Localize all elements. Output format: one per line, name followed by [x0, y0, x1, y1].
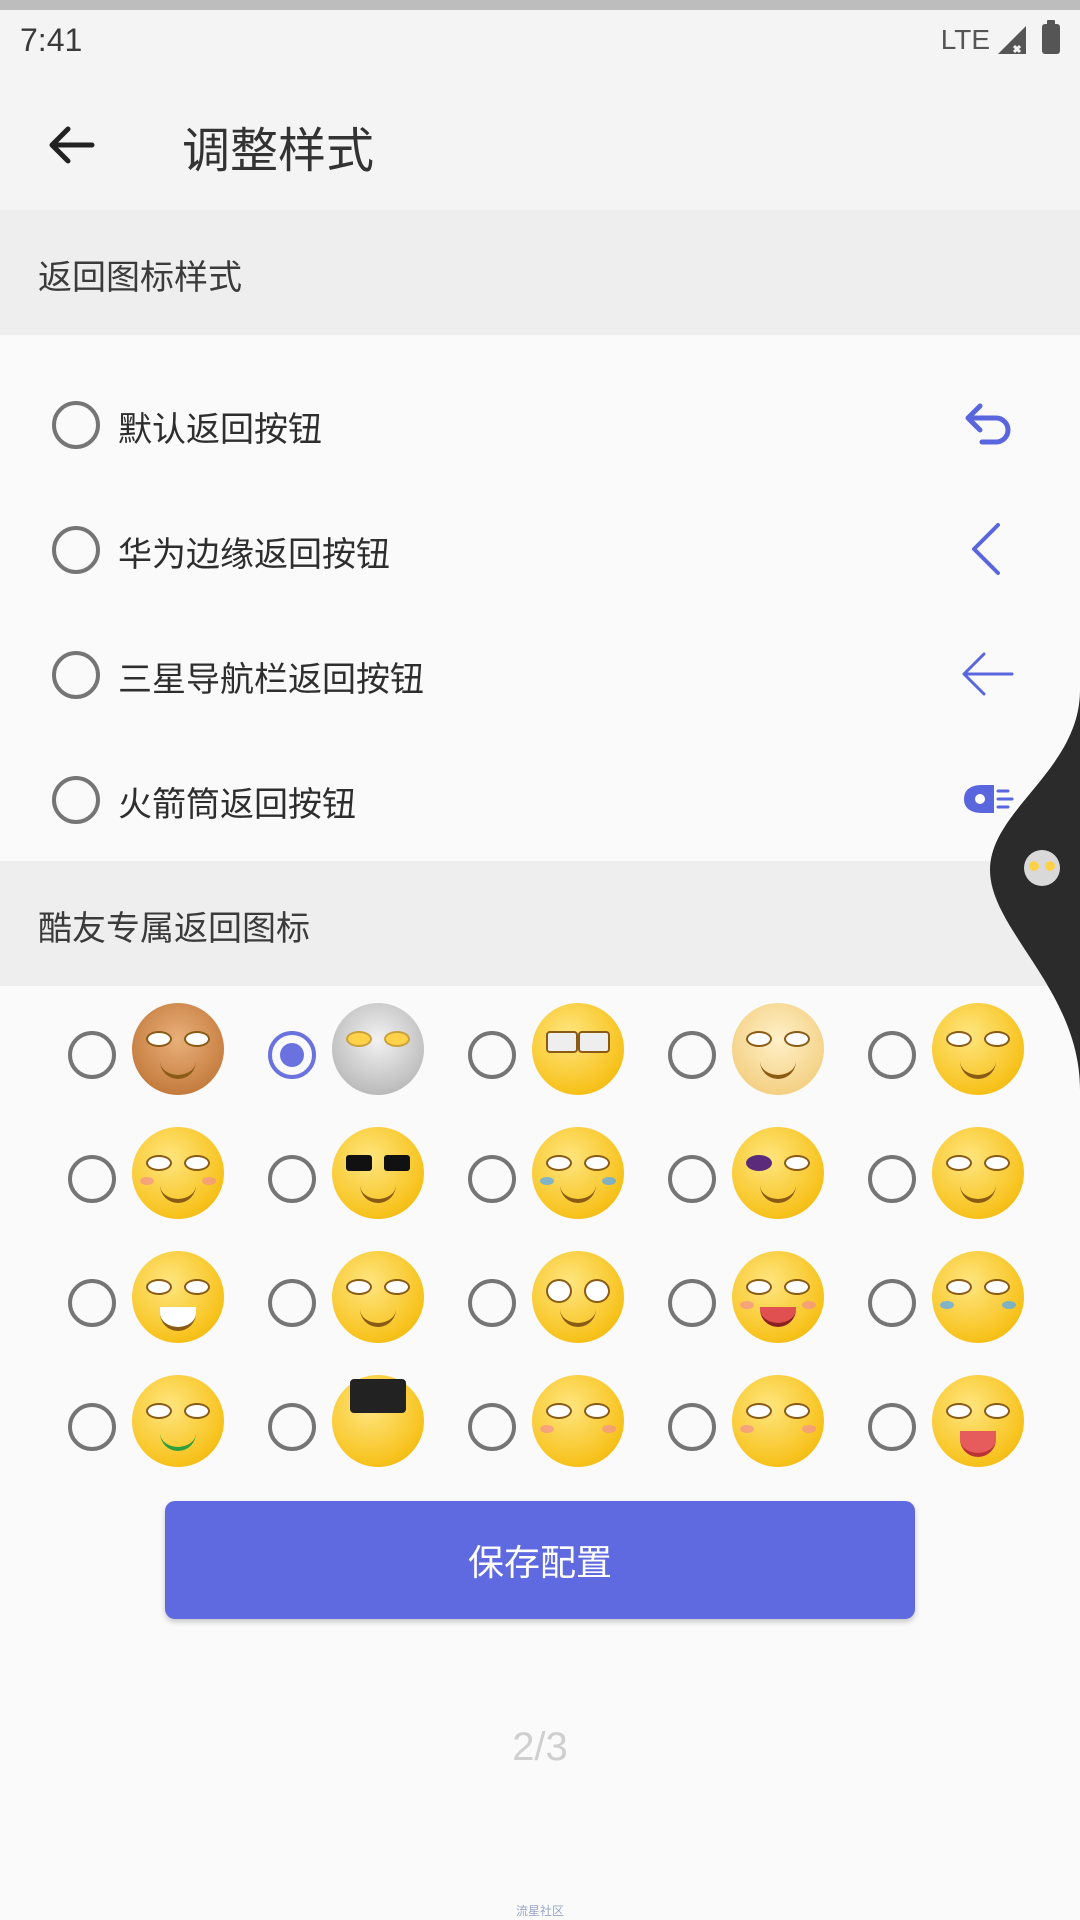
chevron-left-icon [972, 523, 1000, 575]
emoji-option[interactable] [800, 1243, 1024, 1367]
battery-icon [1042, 20, 1060, 54]
option-label: 默认返回按钮 [118, 410, 322, 450]
emoji-option[interactable] [800, 1367, 1024, 1491]
option-label: 华为边缘返回按钮 [118, 535, 390, 575]
radio-watermelon[interactable] [68, 1403, 116, 1451]
radio-default-back[interactable] [52, 401, 100, 449]
option-samsung-back[interactable]: 三星导航栏返回按钮 [0, 612, 1014, 737]
radio-10t-weight[interactable] [268, 1403, 316, 1451]
emoji-option[interactable] [800, 1119, 1024, 1243]
radio-smile[interactable] [68, 1155, 116, 1203]
emoji-option[interactable] [400, 995, 624, 1119]
status-time: 7:41 [20, 22, 83, 58]
radio-tongue[interactable] [668, 1279, 716, 1327]
radio-rocket-back[interactable] [52, 776, 100, 824]
radio-huawei-back[interactable] [52, 526, 100, 574]
emoji-option[interactable] [200, 1119, 424, 1243]
radio-blow-kiss[interactable] [668, 1403, 716, 1451]
section-title: 返回图标样式 [38, 258, 242, 298]
emoji-option[interactable] [600, 1119, 824, 1243]
emoji-option[interactable] [600, 1243, 824, 1367]
emoji-grid [0, 995, 1080, 1495]
radio-grin[interactable] [68, 1279, 116, 1327]
section-header-fan-icons: 酷友专属返回图标 [0, 861, 1080, 986]
ultraman-icon [1024, 850, 1060, 886]
option-rocket-back[interactable]: 火箭筒返回按钮 [0, 737, 1014, 862]
network-type: LTE [940, 24, 990, 55]
section-header-back-style: 返回图标样式 [0, 210, 1080, 335]
page-title: 调整样式 [182, 123, 375, 179]
emoji-option[interactable] [0, 1243, 224, 1367]
radio-whisper[interactable] [468, 1403, 516, 1451]
radio-crying[interactable] [868, 1279, 916, 1327]
emoji-option[interactable] [0, 1367, 224, 1491]
emoji-option[interactable] [400, 1243, 624, 1367]
signal-icon [998, 26, 1026, 54]
emoji-option[interactable] [0, 995, 224, 1119]
section-title: 酷友专属返回图标 [38, 909, 310, 949]
fan-face-icon [932, 1375, 1024, 1467]
emoji-option[interactable] [600, 1367, 824, 1491]
bandage-head-icon [932, 1127, 1024, 1219]
crying-icon [932, 1251, 1024, 1343]
radio-doge[interactable] [668, 1031, 716, 1079]
radio-bandage-head[interactable] [868, 1155, 916, 1203]
radio-cow-beer[interactable] [68, 1031, 116, 1079]
emoji-option[interactable] [200, 1367, 424, 1491]
back-arrow-icon[interactable] [40, 113, 104, 177]
radio-smirk[interactable] [868, 1031, 916, 1079]
option-label: 火箭筒返回按钮 [118, 785, 356, 825]
option-huawei-back[interactable]: 华为边缘返回按钮 [0, 487, 1000, 612]
radio-cool-glasses[interactable] [268, 1155, 316, 1203]
option-default-back[interactable]: 默认返回按钮 [0, 362, 1011, 487]
radio-fan-face[interactable] [868, 1403, 916, 1451]
radio-confused[interactable] [468, 1279, 516, 1327]
radio-black-eye[interactable] [668, 1155, 716, 1203]
option-label: 三星导航栏返回按钮 [118, 660, 424, 700]
emoji-option[interactable] [200, 1243, 424, 1367]
status-bar: 7:41 LTE [0, 10, 1080, 75]
emoji-option[interactable] [400, 1367, 624, 1491]
top-edge [0, 0, 1080, 10]
app-bar: 调整样式 [0, 75, 1080, 210]
undo-arrow-icon [965, 403, 1011, 445]
save-config-button[interactable]: 保存配置 [165, 1501, 915, 1619]
emoji-option[interactable] [600, 995, 824, 1119]
radio-samsung-back[interactable] [52, 651, 100, 699]
watermark: 流星社区 [515, 1904, 564, 1918]
radio-sunglasses-hand[interactable] [468, 1031, 516, 1079]
edge-back-handle[interactable] [990, 690, 1080, 1090]
emoji-option[interactable] [0, 1119, 224, 1243]
page-indicator: 2/3 [512, 1725, 568, 1769]
radio-tears-of-joy[interactable] [468, 1155, 516, 1203]
emoji-option[interactable] [800, 995, 1024, 1119]
emoji-option[interactable] [400, 1119, 624, 1243]
radio-ultraman[interactable] [268, 1031, 316, 1079]
radio-skeptical[interactable] [268, 1279, 316, 1327]
emoji-option[interactable] [200, 995, 424, 1119]
